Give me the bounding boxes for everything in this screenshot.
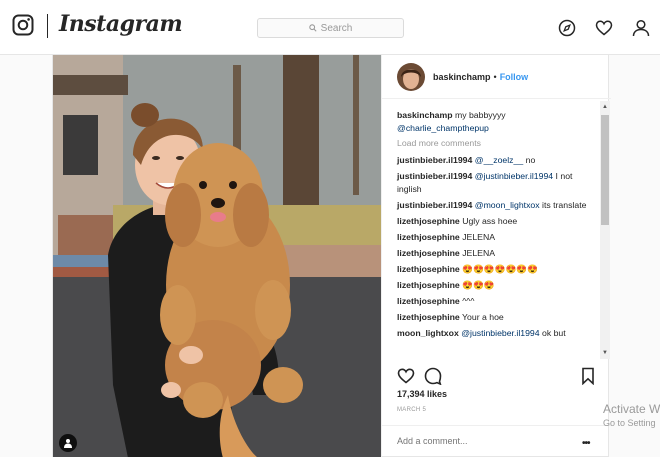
avatar-image — [397, 62, 425, 91]
comment-username[interactable]: lizethjosephine — [397, 264, 460, 274]
comment-item: justinbieber.il1994 @justinbieber.il1994… — [397, 170, 598, 196]
comment-username[interactable]: justinbieber.il1994 — [397, 171, 472, 181]
comment-item: lizethjosephine Your a hoe — [397, 311, 598, 324]
instagram-logo-icon[interactable] — [12, 14, 34, 36]
post-container: baskinchamp • Follow baskinchamp my babb… — [52, 54, 611, 457]
comment-item: moon_lightxox @justinbieber.il1994 ok bu… — [397, 327, 598, 340]
post-date: MARCH 5 — [397, 407, 427, 413]
comment-item: justinbieber.il1994 @moon_lightxox its t… — [397, 199, 598, 212]
post-actions — [397, 367, 597, 387]
comment-mention[interactable]: @moon_lightxox — [475, 200, 540, 210]
comment-username[interactable]: lizethjosephine — [397, 248, 460, 258]
comment-item: lizethjosephine Ugly ass hoee — [397, 215, 598, 228]
caption-username[interactable]: baskinchamp — [397, 110, 453, 120]
comment-text: no — [525, 155, 536, 165]
logo-divider — [47, 14, 48, 38]
bookmark-icon[interactable] — [579, 367, 597, 385]
comment-text: Your a hoe — [462, 312, 504, 322]
brand-wordmark[interactable]: Instagram — [59, 11, 183, 37]
comment-item: lizethjosephine JELENA — [397, 231, 598, 244]
caption: baskinchamp my babbyyyy @charlie_champth… — [397, 109, 598, 135]
comment-username[interactable]: lizethjosephine — [397, 296, 460, 306]
scroll-up-arrow-icon[interactable]: ▲ — [602, 104, 608, 110]
comment-item: lizethjosephine ^^^ — [397, 295, 598, 308]
watermark-line-1: Activate W — [603, 402, 660, 416]
comment-text: 😍😍😍 — [462, 280, 495, 290]
comment-mention[interactable]: @justinbieber.il1994 — [475, 171, 553, 181]
search-input[interactable]: Search — [257, 18, 404, 38]
follow-button[interactable]: Follow — [500, 72, 529, 82]
post-username[interactable]: baskinchamp — [433, 72, 491, 82]
more-options-icon[interactable]: ••• — [582, 438, 590, 449]
post-photo-illustration — [53, 55, 381, 457]
comment-username[interactable]: justinbieber.il1994 — [397, 200, 472, 210]
comment-mention[interactable]: @justinbieber.il1994 — [461, 328, 539, 338]
comment-bubble-icon[interactable] — [424, 367, 442, 385]
comment-username[interactable]: moon_lightxox — [397, 328, 459, 338]
avatar[interactable] — [397, 62, 425, 91]
comments-scrollbar[interactable]: ▲ ▼ — [600, 101, 610, 359]
post-photo[interactable] — [53, 55, 381, 457]
add-comment-bar: ••• — [382, 425, 611, 457]
scrollbar-thumb[interactable] — [601, 115, 609, 225]
comment-item: lizethjosephine 😍😍😍😍😍😍😍 — [397, 263, 598, 276]
comment-item: justinbieber.il1994 @__zoelz__ no — [397, 154, 598, 167]
search-placeholder: Search — [320, 22, 353, 34]
compass-icon[interactable] — [558, 19, 576, 37]
comment-text: its translate — [542, 200, 587, 210]
comment-text: ^^^ — [462, 296, 475, 306]
comment-text: Ugly ass hoee — [462, 216, 518, 226]
comment-username[interactable]: justinbieber.il1994 — [397, 155, 472, 165]
comments-list[interactable]: baskinchamp my babbyyyy @charlie_champth… — [382, 109, 600, 359]
heart-icon[interactable] — [595, 19, 613, 37]
comment-text: ok but — [542, 328, 566, 338]
windows-activation-watermark: Activate W Go to Setting — [603, 402, 660, 428]
top-navigation-bar: Instagram Search — [0, 0, 660, 55]
comment-item: lizethjosephine JELENA — [397, 247, 598, 260]
comment-username[interactable]: lizethjosephine — [397, 280, 460, 290]
comment-username[interactable]: lizethjosephine — [397, 232, 460, 242]
separator-dot: • — [493, 71, 497, 82]
likes-count[interactable]: 17,394 likes — [397, 389, 447, 399]
like-heart-icon[interactable] — [397, 367, 415, 385]
scroll-down-arrow-icon[interactable]: ▼ — [602, 350, 608, 356]
search-icon — [308, 24, 317, 32]
comment-text: JELENA — [462, 248, 496, 258]
caption-text: my babbyyyy — [454, 110, 506, 120]
person-tag-glyph — [64, 439, 72, 448]
comment-username[interactable]: lizethjosephine — [397, 312, 460, 322]
comment-text: JELENA — [462, 232, 496, 242]
watermark-line-2: Go to Setting — [603, 418, 656, 428]
post-sidebar: baskinchamp • Follow baskinchamp my babb… — [381, 55, 611, 457]
comment-item: lizethjosephine 😍😍😍 — [397, 279, 598, 292]
comment-mention[interactable]: @__zoelz__ — [475, 155, 523, 165]
profile-icon[interactable] — [632, 19, 650, 37]
caption-mention[interactable]: @charlie_champthepup — [397, 123, 489, 133]
post-header: baskinchamp • Follow — [382, 55, 611, 99]
load-more-comments-link[interactable]: Load more comments — [397, 138, 598, 148]
comment-username[interactable]: lizethjosephine — [397, 216, 460, 226]
tagged-people-icon[interactable] — [59, 434, 77, 452]
comment-text: 😍😍😍😍😍😍😍 — [462, 264, 538, 274]
add-comment-input[interactable] — [397, 436, 567, 446]
